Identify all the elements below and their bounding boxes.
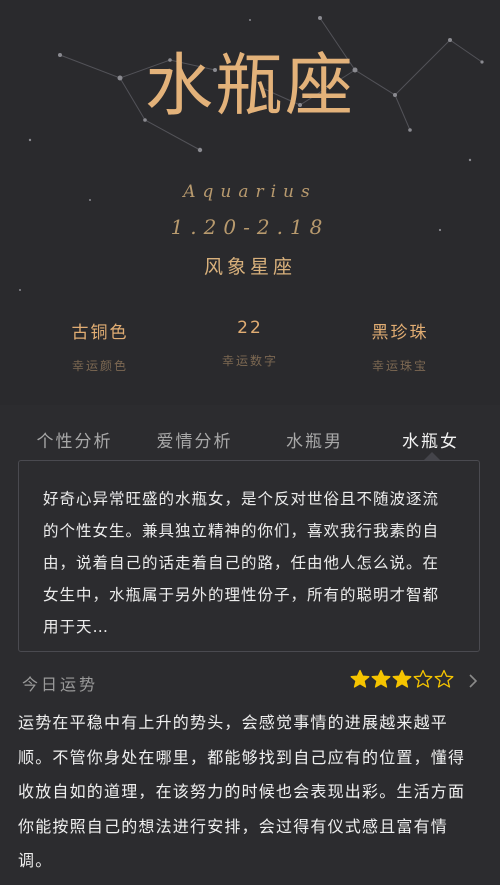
daily-fortune-text: 运势在平稳中有上升的势头，会感觉事情的进展越来越平顺。不管你身处在哪里，都能够找… [18,713,466,870]
star-icon [350,669,370,688]
sign-latin-name: Aquarius [183,182,317,202]
fortune-rating [350,669,455,691]
lucky-number-label: 幸运数字 [221,354,278,368]
tab-personality[interactable]: 个性分析 [12,427,137,452]
star-icon [371,669,391,688]
tab-love[interactable]: 爱情分析 [132,427,257,452]
lucky-color-label: 幸运颜色 [71,359,128,373]
sign-date-range: 1.20-2.18 [170,215,330,239]
star-icon [413,669,433,688]
lucky-number-value: 22 [237,318,263,338]
sign-title: 水瓶座 [144,47,355,126]
header-banner: 水瓶座 Aquarius 1.20-2.18 风象星座 古铜色 幸运颜色 22 … [0,0,500,405]
lucky-number: 22 幸运数字 [167,318,333,369]
lucky-color: 古铜色 幸运颜色 [17,318,183,374]
lucky-jewel-label: 幸运珠宝 [371,359,428,373]
description-text: 好奇心异常旺盛的水瓶女，是个反对世俗且不随波逐流的个性女生。兼具独立精神的你们，… [43,490,440,636]
star-icon [392,669,412,688]
lucky-jewel-value: 黑珍珠 [371,323,429,343]
daily-fortune-label: 今日运势 [22,675,99,694]
lucky-jewel: 黑珍珠 幸运珠宝 [317,318,483,374]
description-panel[interactable]: 好奇心异常旺盛的水瓶女，是个反对世俗且不随波逐流的个性女生。兼具独立精神的你们，… [18,460,480,652]
sign-element: 风象星座 [203,256,296,278]
chevron-right-icon[interactable] [466,672,480,690]
tab-aquarius-female[interactable]: 水瓶女 [368,427,493,452]
star-icon [434,669,454,688]
tab-aquarius-male[interactable]: 水瓶男 [252,427,377,452]
daily-fortune-header[interactable]: 今日运势 [0,665,500,701]
lucky-color-value: 古铜色 [71,323,129,343]
